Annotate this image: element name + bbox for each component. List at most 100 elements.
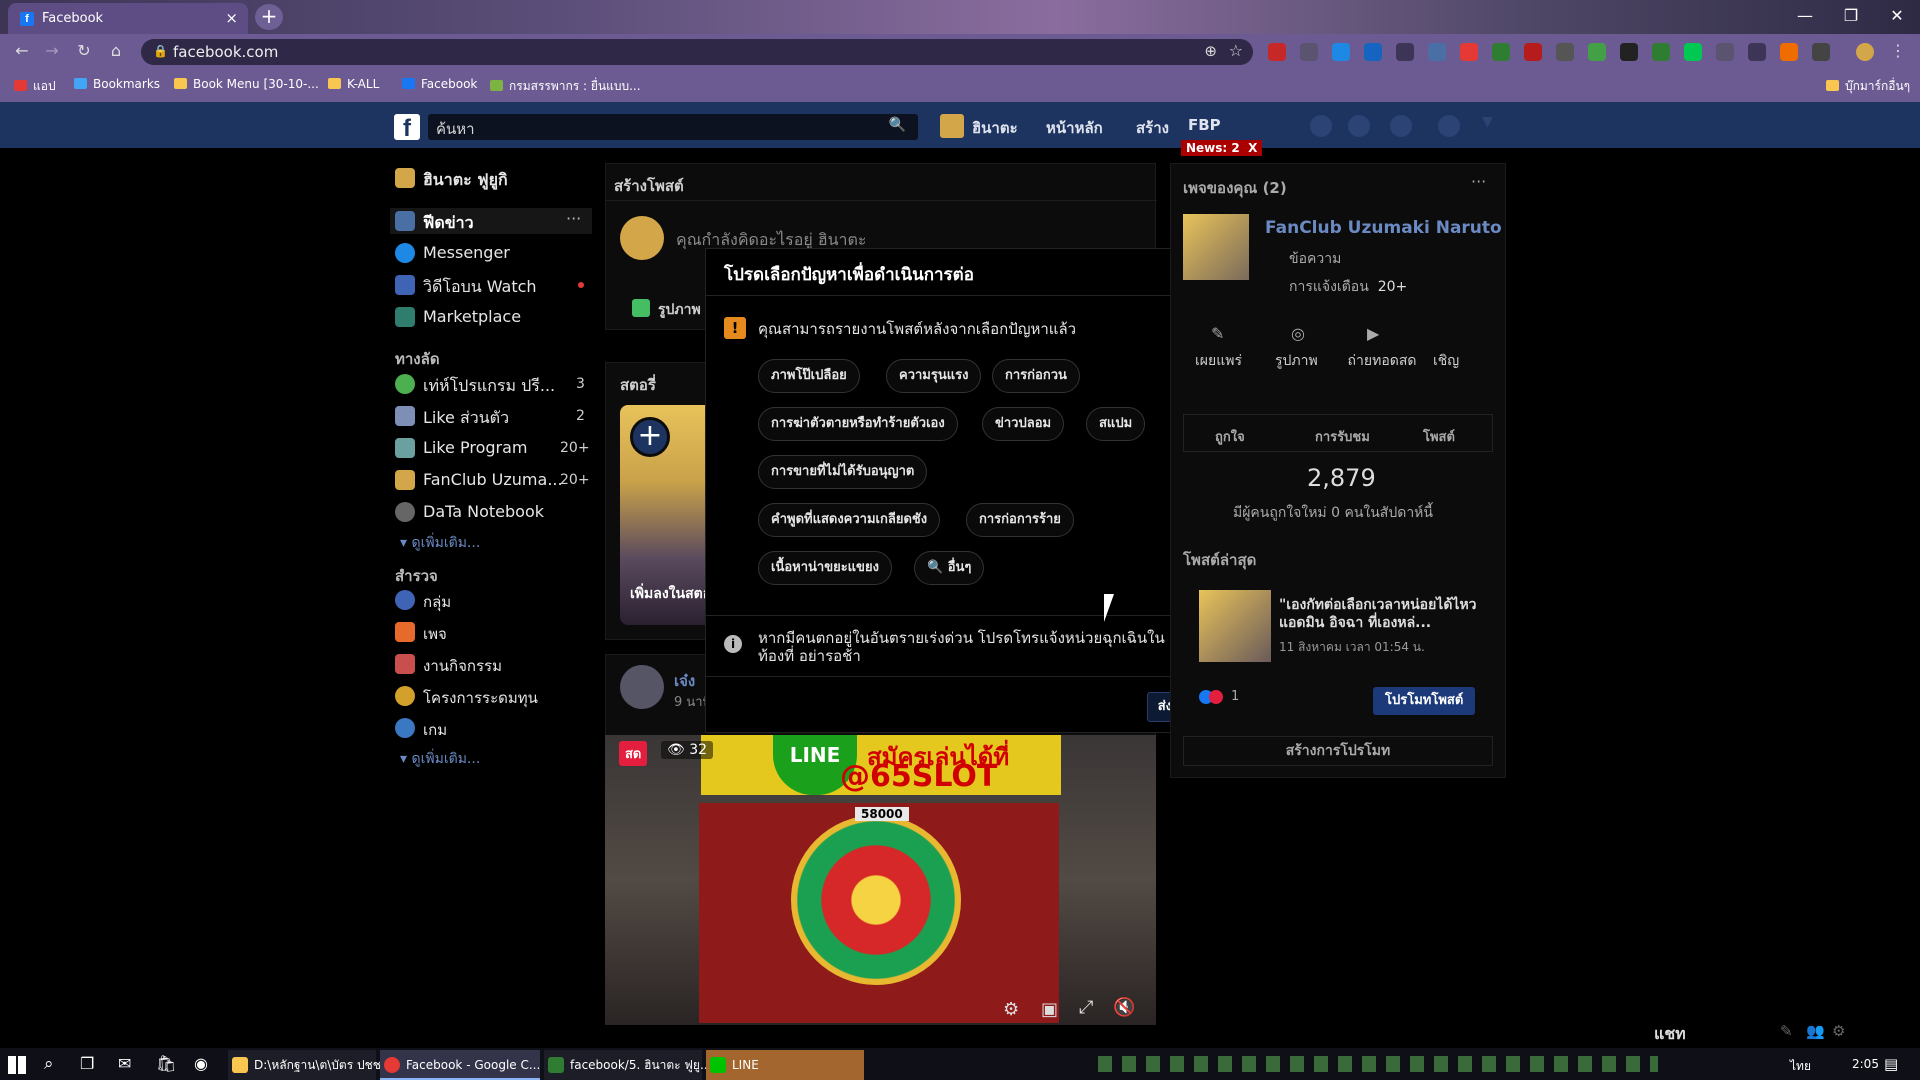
new-group-icon[interactable]: 👥 <box>1806 1022 1825 1040</box>
tab-likes[interactable]: ถูกใจ <box>1215 426 1245 447</box>
report-option-self-harm[interactable]: การฆ่าตัวตายหรือทำร้ายตัวเอง <box>758 407 958 441</box>
tab-close-icon[interactable]: × <box>225 9 238 27</box>
sidebar-item-fundraisers[interactable]: โครงการระดมทุน <box>423 686 538 710</box>
bookmark-bookmarks[interactable]: Bookmarks <box>74 77 160 91</box>
composer-photo-button[interactable]: รูปภาพ <box>658 299 701 321</box>
report-option-hate-speech[interactable]: คำพูดที่แสดงความเกลียดชัง <box>758 503 941 537</box>
bookmark-facebook[interactable]: Facebook <box>402 77 477 91</box>
action-publish[interactable]: เผยแพร่ <box>1195 350 1242 372</box>
nav-fbp-link[interactable]: FBP <box>1188 116 1221 134</box>
page-messages-link[interactable]: ข้อความ <box>1289 248 1341 270</box>
clock[interactable]: 2:05 <box>1852 1057 1879 1071</box>
extension-icon[interactable] <box>1428 43 1446 61</box>
store-icon[interactable]: 🛍 <box>156 1054 176 1073</box>
nav-profile-link[interactable]: ฮินาตะ <box>972 116 1018 140</box>
account-menu-icon[interactable]: ▼ <box>1482 114 1493 130</box>
action-invite[interactable]: เชิญ <box>1433 350 1459 372</box>
sidebar-user-name[interactable]: ฮินาตะ ฟูยูกิ <box>423 168 508 193</box>
profile-avatar[interactable] <box>1856 43 1874 61</box>
extension-icon[interactable] <box>1652 43 1670 61</box>
back-icon[interactable]: ← <box>12 41 32 61</box>
report-option-terrorism[interactable]: การก่อการร้าย <box>966 503 1074 537</box>
report-option-nudity[interactable]: ภาพโป๊เปลือย <box>758 359 860 393</box>
video-pip-icon[interactable]: ▣ <box>1041 999 1058 1020</box>
add-story-plus-icon[interactable]: + <box>630 417 670 457</box>
chat-settings-icon[interactable]: ⚙ <box>1832 1022 1845 1040</box>
video-settings-icon[interactable]: ⚙ <box>1003 999 1019 1020</box>
post-author-name[interactable]: เจ๋ง <box>674 669 695 693</box>
create-promotion-button[interactable]: สร้างการโปรโมท <box>1183 736 1493 766</box>
extension-icon[interactable] <box>1492 43 1510 61</box>
action-photo[interactable]: รูปภาพ <box>1275 350 1318 372</box>
extension-icon[interactable] <box>1620 43 1638 61</box>
close-window-button[interactable]: ✕ <box>1874 2 1920 30</box>
shortcut-item[interactable]: Like Program <box>423 438 528 457</box>
page-notifications-link[interactable]: การแจ้งเตือน 20+ <box>1289 276 1407 298</box>
chat-bar[interactable]: แชท ✎ 👥 ⚙ <box>1620 1018 1860 1048</box>
your-pages-title[interactable]: เพจของคุณ (2) <box>1183 176 1287 200</box>
extension-download-icon[interactable] <box>1332 43 1350 61</box>
taskbar-app-chrome[interactable]: Facebook - Google C... <box>380 1050 540 1080</box>
address-bar[interactable]: 🔒 facebook.com ⊕ ☆ <box>141 39 1253 65</box>
forward-icon[interactable]: → <box>42 41 62 61</box>
media-icon[interactable]: ◉ <box>194 1054 208 1073</box>
extension-icon[interactable] <box>1588 43 1606 61</box>
bookmark-book-menu[interactable]: Book Menu [30-10-... <box>174 77 319 91</box>
news-close-icon[interactable]: X <box>1248 141 1257 155</box>
shortcut-item[interactable]: DaTa Notebook <box>423 502 544 521</box>
extension-icon[interactable] <box>1748 43 1766 61</box>
search-icon[interactable]: 🔍 <box>889 117 906 133</box>
report-option-disturbing[interactable]: เนื้อหาน่าขยะแขยง <box>758 551 892 585</box>
bookmark-star-icon[interactable]: ☆ <box>1229 41 1243 60</box>
extension-icon[interactable] <box>1364 43 1382 61</box>
tab-views[interactable]: การรับชม <box>1315 426 1370 447</box>
recent-post-text[interactable]: "เองกัทต่อเลือกเวลาหน่อยได้ไหว แอดมิน อิ… <box>1279 596 1489 632</box>
minimize-button[interactable]: — <box>1782 2 1828 30</box>
report-option-spam[interactable]: สแปม <box>1086 407 1146 441</box>
notifications-bell-icon[interactable] <box>1390 115 1412 137</box>
more-options-icon[interactable]: ··· <box>566 209 581 228</box>
nav-home-link[interactable]: หน้าหลัก <box>1046 116 1103 140</box>
task-view-icon[interactable]: ❐ <box>80 1054 94 1073</box>
extension-icon[interactable] <box>1780 43 1798 61</box>
search-icon[interactable]: ⌕ <box>44 1054 54 1074</box>
video-mute-icon[interactable]: 🔇 <box>1113 997 1135 1018</box>
browser-menu-icon[interactable]: ⋮ <box>1888 41 1908 61</box>
post-author-avatar[interactable] <box>620 665 664 709</box>
report-option-violence[interactable]: ความรุนแรง <box>886 359 982 393</box>
extension-pdf-icon[interactable] <box>1524 43 1542 61</box>
bookmark-k-all[interactable]: K-ALL <box>328 77 379 91</box>
notifications-icon[interactable]: ▤ <box>1884 1055 1898 1073</box>
messenger-icon[interactable] <box>1348 115 1370 137</box>
recent-post-thumbnail[interactable] <box>1199 590 1271 662</box>
more-options-icon[interactable]: ··· <box>1471 172 1486 191</box>
facebook-search-input[interactable]: ค้นหา 🔍 <box>428 114 918 140</box>
sidebar-item-feed[interactable]: ฟีดข่าว <box>423 211 474 236</box>
friend-requests-icon[interactable] <box>1310 115 1332 137</box>
extension-icon[interactable] <box>1716 43 1734 61</box>
windows-start-icon[interactable] <box>8 1056 26 1074</box>
language-indicator[interactable]: ไทย <box>1790 1057 1811 1076</box>
news-badge[interactable]: News: 2 X <box>1181 140 1263 156</box>
bookmark-revenue-dept[interactable]: กรมสรรพากร : ยื่นแบบ... <box>490 77 641 96</box>
taskbar-app-line[interactable]: LINE <box>706 1050 864 1080</box>
extension-adblock-icon[interactable] <box>1268 43 1286 61</box>
live-video-player[interactable]: LINE สมัครเล่นได้ที่ @65SLOT 58000 สด 👁 … <box>605 735 1156 1025</box>
sidebar-item-pages[interactable]: เพจ <box>423 622 447 646</box>
sidebar-item-games[interactable]: เกม <box>423 718 447 742</box>
report-option-harassment[interactable]: การก่อกวน <box>992 359 1080 393</box>
tab-posts[interactable]: โพสต์ <box>1423 426 1455 447</box>
profile-avatar[interactable] <box>940 114 964 138</box>
shortcut-item[interactable]: Like ส่วนตัว <box>423 406 509 431</box>
extension-icon[interactable] <box>1300 43 1318 61</box>
extension-icon[interactable] <box>1684 43 1702 61</box>
report-option-other[interactable]: 🔍 อื่นๆ <box>914 551 985 585</box>
restore-button[interactable]: ❐ <box>1828 2 1874 30</box>
see-more-explore-link[interactable]: ▾ ดูเพิ่มเติม... <box>400 748 480 770</box>
page-avatar[interactable] <box>1183 214 1249 280</box>
compose-icon[interactable]: ✎ <box>1780 1022 1793 1040</box>
taskbar-app-explorer[interactable]: D:\หลักฐาน\ต\บัตร ปชช... <box>228 1050 392 1080</box>
home-icon[interactable]: ⌂ <box>106 41 126 61</box>
page-name[interactable]: FanClub Uzumaki Naruto <box>1265 218 1502 238</box>
report-option-unauthorized-sales[interactable]: การขายที่ไม่ได้รับอนุญาต <box>758 455 928 489</box>
